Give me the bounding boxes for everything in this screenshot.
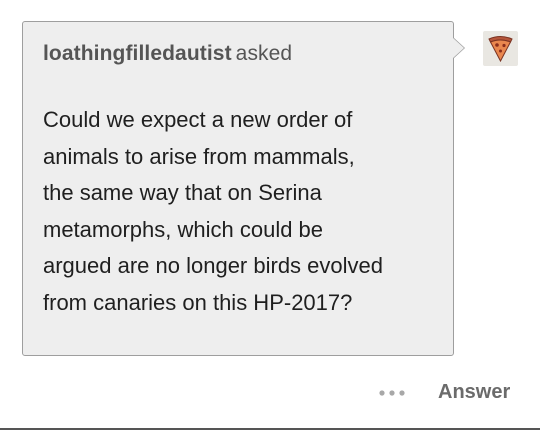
ask-bubble: loathingfilledautist asked Could we expec… [22,21,454,356]
more-options-button[interactable] [377,380,409,406]
asker-line: loathingfilledautist asked [43,42,292,66]
question-line: argued are no longer birds evolved [43,253,384,278]
asker-name-link[interactable]: loathingfilledautist [43,42,232,65]
question-line: animals to arise from mammals, [43,143,355,169]
question-text: Could we expect a new order of animals t… [43,102,443,321]
question-line: Could we expect a new order of [43,107,353,132]
pizza-slice-icon [488,36,513,63]
answer-button[interactable]: Answer [438,381,510,404]
question-line: metamorphs, which could be [43,216,324,242]
bubble-pointer-fill [453,38,464,58]
question-line: the same way that on Serina [43,180,322,205]
question-line: from canaries on this HP-2017? [43,289,353,315]
ellipsis-icon [379,390,405,396]
asked-label: asked [235,42,293,65]
post-footer: Answer [0,372,540,416]
asker-avatar[interactable] [483,31,518,66]
